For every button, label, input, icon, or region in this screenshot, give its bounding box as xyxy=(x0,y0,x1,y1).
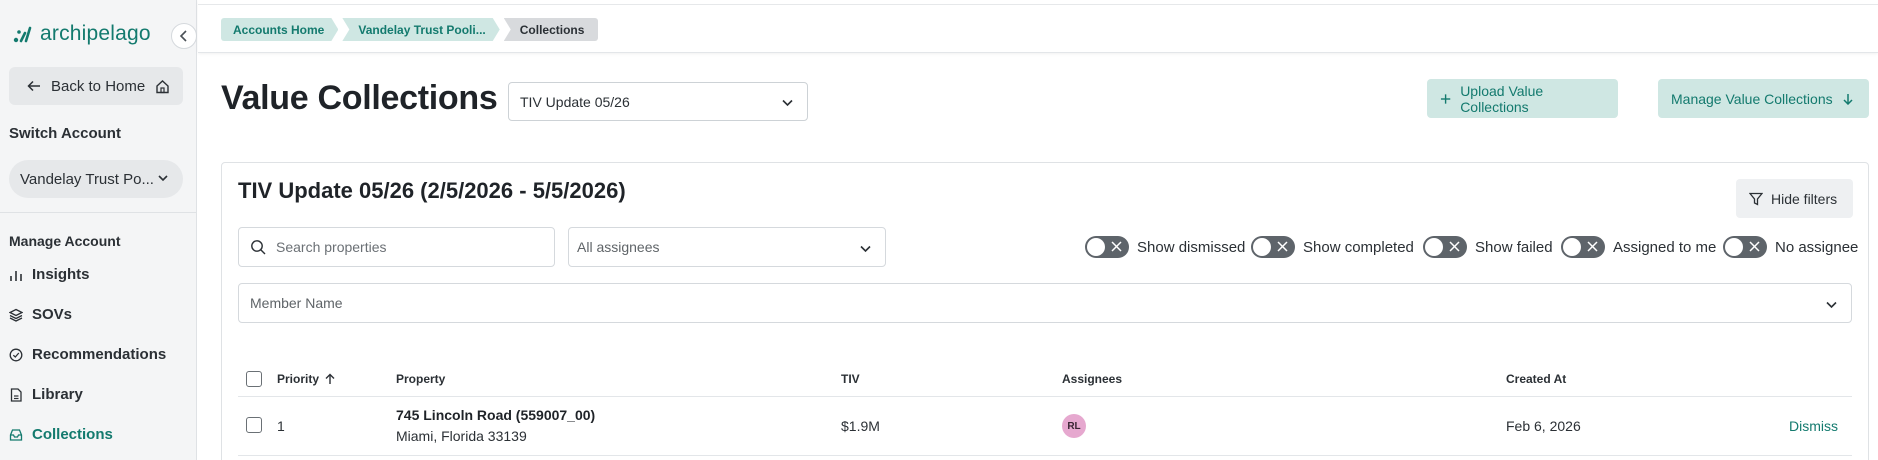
account-select-value: Vandelay Trust Po... xyxy=(20,170,154,188)
column-header-label: Priority xyxy=(277,372,320,386)
column-header-priority[interactable]: Priority xyxy=(277,372,336,386)
column-header-created-at[interactable]: Created At xyxy=(1506,372,1566,386)
hide-filters-label: Hide filters xyxy=(1771,190,1838,207)
filter-icon xyxy=(1749,192,1763,206)
dismiss-link[interactable]: Dismiss xyxy=(1789,418,1838,434)
close-icon xyxy=(1587,241,1598,252)
arrow-down-icon xyxy=(1843,93,1853,105)
chevron-down-icon xyxy=(158,175,168,182)
manage-label: Manage Value Collections xyxy=(1671,90,1833,107)
collapse-sidebar-button[interactable] xyxy=(171,23,197,49)
chevron-down-icon xyxy=(782,99,793,107)
breadcrumb: Accounts Home Vandelay Trust Pooli... Co… xyxy=(221,18,602,41)
member-name-select[interactable]: Member Name xyxy=(238,283,1852,323)
switch[interactable] xyxy=(1723,236,1767,258)
sidebar: archipelago Back to Home Switch Account … xyxy=(0,0,197,460)
chevron-down-icon xyxy=(1826,301,1837,309)
toggle-show-dismissed[interactable]: Show dismissed xyxy=(1085,236,1245,258)
card-title: TIV Update 05/26 (2/5/2026 - 5/5/2026) xyxy=(238,178,626,203)
logo-text: archipelago xyxy=(40,22,151,45)
logo[interactable]: archipelago xyxy=(12,22,151,46)
toggle-no-assignee[interactable]: No assignee xyxy=(1723,236,1858,258)
document-icon xyxy=(10,387,22,402)
switch[interactable] xyxy=(1561,236,1605,258)
close-icon xyxy=(1449,241,1460,252)
upload-value-collections-button[interactable]: Upload Value Collections xyxy=(1427,79,1618,118)
sidebar-item-label: Insights xyxy=(32,266,90,283)
toggle-label: Show dismissed xyxy=(1137,238,1246,256)
check-circle-icon xyxy=(9,348,23,361)
assignee-select-value: All assignees xyxy=(577,239,660,255)
assignee-select[interactable]: All assignees xyxy=(568,227,886,267)
row-property-address: Miami, Florida 33139 xyxy=(396,428,527,444)
toggle-label: Show failed xyxy=(1475,238,1553,256)
plus-icon xyxy=(1440,93,1451,104)
hide-filters-button[interactable]: Hide filters xyxy=(1736,179,1853,218)
column-header-assignees[interactable]: Assignees xyxy=(1062,372,1122,386)
row-checkbox[interactable] xyxy=(246,417,262,433)
avatar[interactable]: RL xyxy=(1062,414,1086,438)
top-divider xyxy=(198,4,1878,5)
row-property-name[interactable]: 745 Lincoln Road (559007_00) xyxy=(396,407,595,423)
column-header-property[interactable]: Property xyxy=(396,372,445,386)
inbox-icon xyxy=(9,428,23,441)
back-to-home-button[interactable]: Back to Home xyxy=(9,67,183,105)
sidebar-item-recommendations[interactable]: Recommendations xyxy=(9,346,166,363)
arrow-left-icon xyxy=(27,80,40,92)
breadcrumb-accounts-home[interactable]: Accounts Home xyxy=(221,18,338,41)
chevron-down-icon xyxy=(860,245,871,253)
sidebar-item-library[interactable]: Library xyxy=(9,386,83,403)
switch[interactable] xyxy=(1423,236,1467,258)
close-icon xyxy=(1111,241,1122,252)
upload-label: Upload Value Collections xyxy=(1460,82,1544,115)
sidebar-item-label: Collections xyxy=(32,426,113,443)
row-created-at: Feb 6, 2026 xyxy=(1506,418,1581,434)
arrow-up-icon xyxy=(325,373,335,384)
close-icon xyxy=(1277,241,1288,252)
switch[interactable] xyxy=(1085,236,1129,258)
toggle-label: No assignee xyxy=(1775,238,1859,256)
table-row-divider xyxy=(238,455,1852,456)
account-select[interactable]: Vandelay Trust Po... xyxy=(9,160,183,198)
toggle-show-completed[interactable]: Show completed xyxy=(1251,236,1414,258)
column-header-tiv[interactable]: TIV xyxy=(841,372,860,386)
sidebar-divider xyxy=(0,212,196,213)
page-title: Value Collections xyxy=(221,79,498,117)
collection-select-value: TIV Update 05/26 xyxy=(520,93,630,110)
sidebar-item-label: SOVs xyxy=(32,306,73,323)
close-icon xyxy=(1749,241,1760,252)
switch-account-label: Switch Account xyxy=(9,125,121,142)
manage-account-label: Manage Account xyxy=(9,233,121,249)
sidebar-item-sovs[interactable]: SOVs xyxy=(9,306,72,323)
breadcrumb-collections: Collections xyxy=(503,18,599,41)
sidebar-item-collections[interactable]: Collections xyxy=(9,426,113,443)
toggle-label: Assigned to me xyxy=(1613,238,1717,256)
back-to-home-label: Back to Home xyxy=(51,77,146,95)
toggle-label: Show completed xyxy=(1303,238,1414,256)
home-icon xyxy=(156,79,169,93)
manage-value-collections-button[interactable]: Manage Value Collections xyxy=(1658,79,1869,118)
toggle-assigned-to-me[interactable]: Assigned to me xyxy=(1561,236,1716,258)
select-all-checkbox[interactable] xyxy=(246,371,262,387)
switch[interactable] xyxy=(1251,236,1295,258)
sidebar-item-label: Recommendations xyxy=(32,346,167,363)
search-input[interactable]: Search properties xyxy=(238,227,555,267)
bar-chart-icon xyxy=(10,270,22,281)
row-priority: 1 xyxy=(277,418,285,434)
sidebar-item-label: Library xyxy=(32,386,83,403)
archipelago-logo-icon xyxy=(13,26,32,43)
member-select-value: Member Name xyxy=(250,295,343,311)
toggle-show-failed[interactable]: Show failed xyxy=(1423,236,1553,258)
chevron-left-icon xyxy=(179,30,187,42)
search-icon xyxy=(251,240,266,255)
sidebar-item-insights[interactable]: Insights xyxy=(9,266,90,283)
collection-select[interactable]: TIV Update 05/26 xyxy=(508,82,808,121)
layers-icon xyxy=(9,308,23,322)
table-header-divider xyxy=(238,396,1852,397)
search-placeholder: Search properties xyxy=(276,239,387,255)
breadcrumb-account[interactable]: Vandelay Trust Pooli... xyxy=(342,18,499,41)
row-tiv: $1.9M xyxy=(841,418,880,434)
